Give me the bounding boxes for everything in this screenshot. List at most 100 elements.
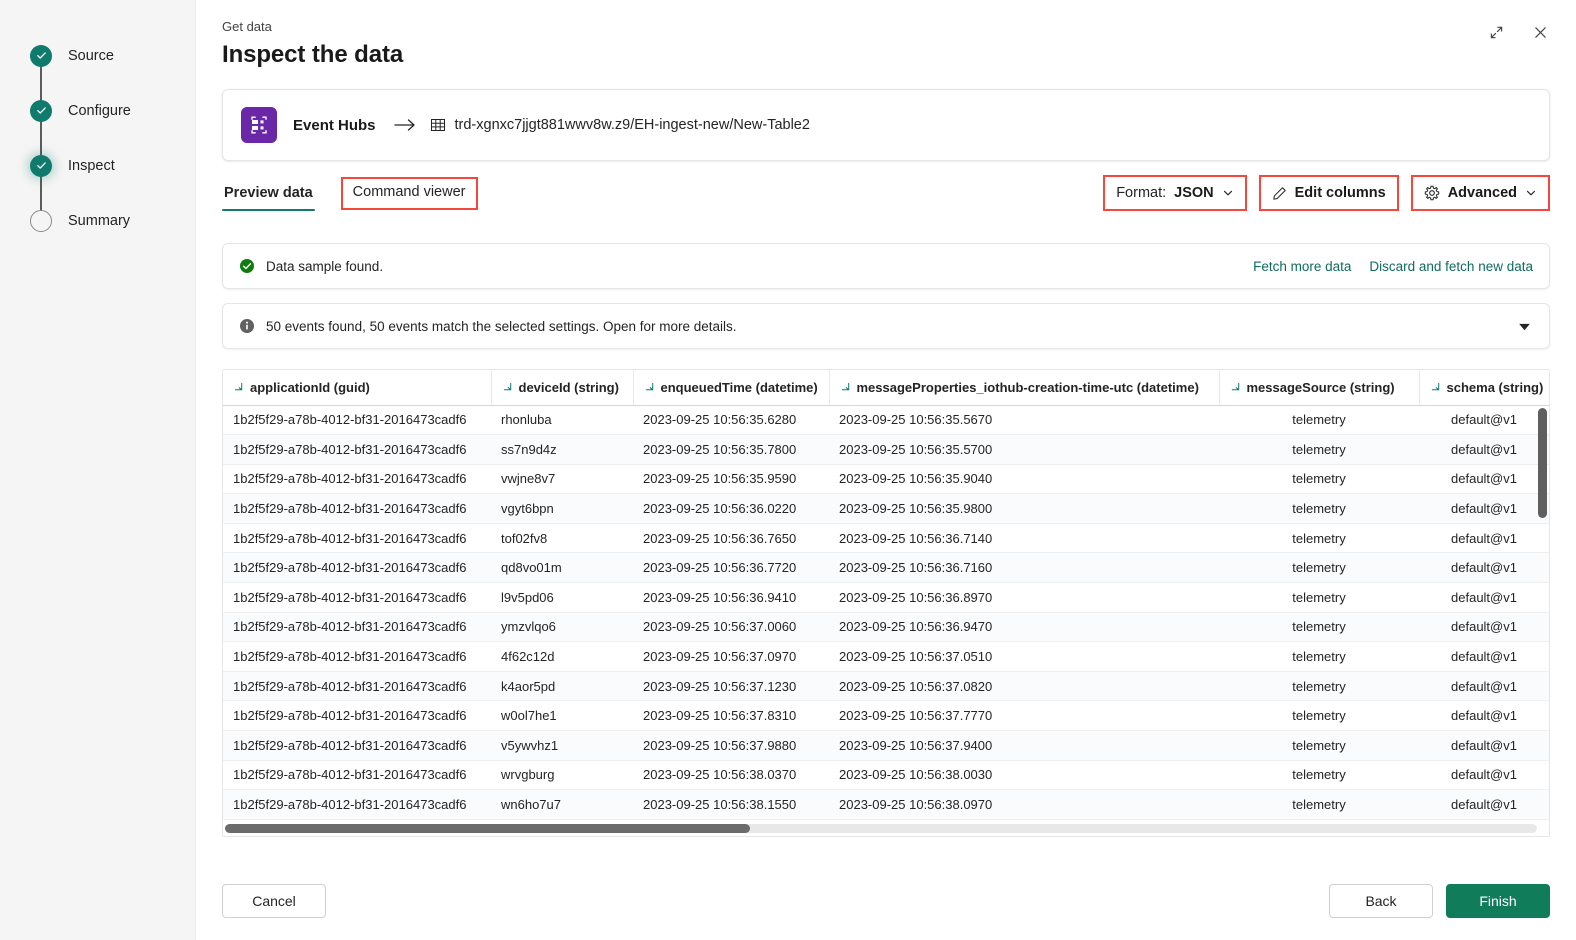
table-cell: default@v1 [1419,582,1549,613]
sidebar-step-configure[interactable]: Configure [30,83,195,138]
step-complete-icon [30,44,52,67]
table-row[interactable]: 1b2f5f29-a78b-4012-bf31-2016473cadf6 vwjn… [223,464,1549,495]
table-cell: default@v1 [1419,641,1549,672]
table-cell: 1b2f5f29-a78b-4012-bf31-2016473cadf6 [223,760,491,791]
table-cell: 2023-09-25 10:56:36.7140 [829,523,1219,554]
table-cell: 2023-09-25 10:56:38.0370 [633,760,829,791]
table-row[interactable]: 1b2f5f29-a78b-4012-bf31-2016473cadf6 qd8v… [223,552,1549,584]
table-cell: 1b2f5f29-a78b-4012-bf31-2016473cadf6 [223,612,491,643]
expand-icon[interactable] [1482,18,1510,46]
source-name: Event Hubs [293,116,376,134]
table-row[interactable]: 1b2f5f29-a78b-4012-bf31-2016473cadf6 l9v5… [223,582,1549,613]
table-row[interactable]: 1b2f5f29-a78b-4012-bf31-2016473cadf6 w0ol… [223,700,1549,732]
table-cell: 1b2f5f29-a78b-4012-bf31-2016473cadf6 [223,671,491,702]
arrow-right-icon [393,118,416,132]
column-header-applicationid[interactable]: applicationId (guid) [223,370,491,406]
scrollbar-thumb[interactable] [1538,408,1547,518]
table-cell: tof02fv8 [491,523,633,554]
table-cell: rhonluba [491,405,633,436]
chevron-down-icon [1525,187,1537,199]
table-cell: 2023-09-25 10:56:36.0220 [633,493,829,524]
page-title: Inspect the data [222,41,404,68]
table-cell: telemetry [1219,760,1419,791]
back-button[interactable]: Back [1329,884,1433,918]
chevron-down-filled-icon[interactable] [1516,318,1533,335]
column-header-enqueuedtime[interactable]: enqueuedTime (datetime) [632,370,829,406]
column-header-label: schema (string) [1446,379,1544,395]
sidebar-step-inspect[interactable]: Inspect [30,138,195,193]
table-cell: default@v1 [1419,493,1549,524]
table-row[interactable]: 1b2f5f29-a78b-4012-bf31-2016473cadf6 ymzv… [223,612,1549,643]
edit-columns-button[interactable]: Edit columns [1258,175,1399,211]
table-row[interactable]: 1b2f5f29-a78b-4012-bf31-2016473cadf6 k4ao… [223,671,1549,702]
data-sample-notice: Data sample found. Fetch more data Disca… [222,243,1550,289]
close-icon[interactable] [1526,18,1554,46]
table-row[interactable]: 1b2f5f29-a78b-4012-bf31-2016473cadf6 wn6h… [223,789,1549,820]
table-row[interactable]: 1b2f5f29-a78b-4012-bf31-2016473cadf6 v5yw… [223,730,1549,761]
table-cell: telemetry [1219,671,1419,702]
table-cell: 2023-09-25 10:56:35.7800 [633,434,829,465]
table-cell: 2023-09-25 10:56:35.5700 [829,434,1219,465]
table-cell: default@v1 [1419,612,1549,643]
table-row[interactable]: 1b2f5f29-a78b-4012-bf31-2016473cadf6 4f62… [223,641,1549,672]
tab-label: Command viewer [352,184,466,200]
notice-message: 50 events found, 50 events match the sel… [266,318,737,334]
sort-icon [1430,382,1441,393]
table-cell: 1b2f5f29-a78b-4012-bf31-2016473cadf6 [223,730,491,761]
table-cell: w0ol7he1 [491,700,633,732]
cancel-button[interactable]: Cancel [222,884,326,918]
main-panel: Get data Inspect the data Event Hubs trd… [196,0,1576,940]
table-body: 1b2f5f29-a78b-4012-bf31-2016473cadf6 rhon… [223,405,1549,820]
tab-label: Preview data [224,185,313,201]
table-row[interactable]: 1b2f5f29-a78b-4012-bf31-2016473cadf6 wrvg… [223,760,1549,791]
table-cell: 1b2f5f29-a78b-4012-bf31-2016473cadf6 [223,405,491,436]
table-row[interactable]: 1b2f5f29-a78b-4012-bf31-2016473cadf6 vgyt… [223,493,1549,524]
table-cell: 2023-09-25 10:56:35.5670 [829,405,1219,436]
format-dropdown[interactable]: Format: JSON [1103,175,1247,211]
table-icon [430,117,446,133]
table-cell: 4f62c12d [491,641,633,672]
scrollbar-thumb[interactable] [225,824,750,833]
table-row[interactable]: 1b2f5f29-a78b-4012-bf31-2016473cadf6 ss7n… [223,434,1549,465]
table-cell: k4aor5pd [491,671,633,702]
tab-preview-data[interactable]: Preview data [222,181,315,211]
table-cell: telemetry [1219,700,1419,732]
column-header-deviceid[interactable]: deviceId (string) [490,370,633,406]
discard-and-fetch-new-data-link[interactable]: Discard and fetch new data [1369,259,1533,274]
fetch-more-data-link[interactable]: Fetch more data [1253,259,1351,274]
table-header-row: applicationId (guid) deviceId (string) e… [223,370,1549,406]
table-cell: default@v1 [1419,789,1549,820]
table-cell: default@v1 [1419,760,1549,791]
step-label: Inspect [68,157,115,174]
table-cell: 1b2f5f29-a78b-4012-bf31-2016473cadf6 [223,552,491,584]
advanced-dropdown[interactable]: Advanced [1410,175,1550,211]
preview-data-table-container: applicationId (guid) deviceId (string) e… [222,369,1550,837]
table-horizontal-scrollbar[interactable] [225,824,1537,833]
column-header-messagesource[interactable]: messageSource (string) [1218,370,1419,406]
table-cell: ymzvlqo6 [491,612,633,643]
table-vertical-scrollbar[interactable] [1538,406,1547,820]
table-row[interactable]: 1b2f5f29-a78b-4012-bf31-2016473cadf6 rhon… [223,405,1549,436]
notice-message: Data sample found. [266,258,384,274]
table-cell: 2023-09-25 10:56:35.9590 [633,464,829,495]
tab-command-viewer[interactable]: Command viewer [340,177,478,210]
table-row[interactable]: 1b2f5f29-a78b-4012-bf31-2016473cadf6 tof0… [223,523,1549,554]
step-label: Summary [68,212,131,229]
table-header: applicationId (guid) deviceId (string) e… [223,370,1549,406]
sidebar-step-source[interactable]: Source [30,28,195,83]
wizard-step-sidebar: Source Configure Inspect Summary [0,0,196,940]
chevron-down-icon [1222,187,1234,199]
table-cell: wrvgburg [491,760,633,791]
notice-actions: Fetch more data Discard and fetch new da… [1253,259,1533,274]
footer-right-actions: Back Finish [1329,884,1550,918]
table-cell: telemetry [1219,641,1419,672]
gear-icon [1424,185,1440,201]
sidebar-step-summary[interactable]: Summary [30,193,195,248]
table-cell: 2023-09-25 10:56:36.7160 [829,552,1219,584]
table-cell: default@v1 [1419,730,1549,761]
finish-button[interactable]: Finish [1446,884,1550,918]
column-header-messageproperties[interactable]: messageProperties_iothub-creation-time-u… [828,370,1219,406]
column-header-schema[interactable]: schema (string) [1418,370,1549,406]
events-info-notice[interactable]: 50 events found, 50 events match the sel… [222,303,1550,349]
sort-icon [840,382,851,393]
